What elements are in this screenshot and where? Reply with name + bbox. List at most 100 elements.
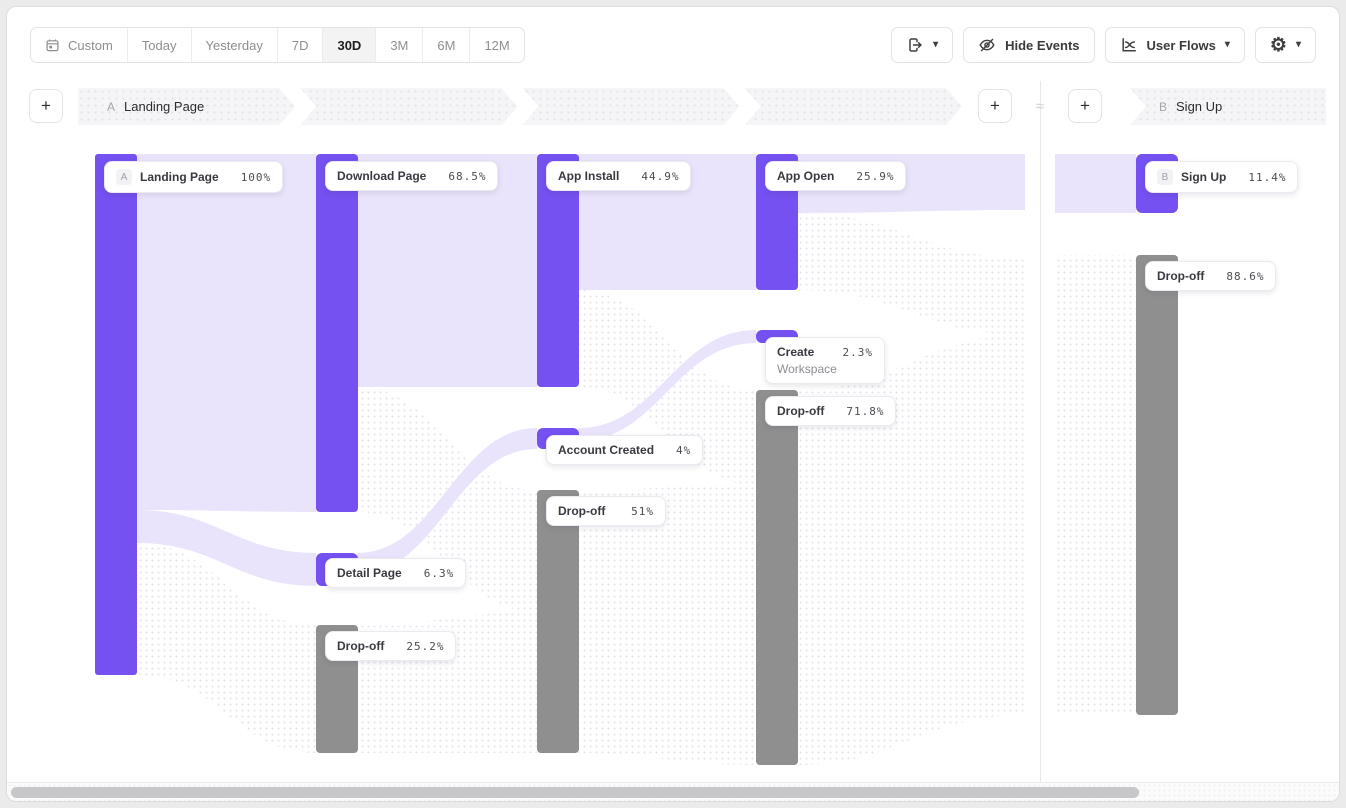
node-percentage: 51%: [617, 505, 654, 518]
node-label-row: App Install 44.9%: [558, 169, 679, 183]
node-percentage: 6.3%: [410, 567, 455, 580]
date-range-yesterday[interactable]: Yesterday: [192, 28, 278, 62]
node-label-sign-up[interactable]: B Sign Up 11.4%: [1145, 161, 1298, 193]
node-percentage: 25.2%: [392, 640, 444, 653]
node-name: Account Created: [558, 443, 654, 457]
hide-events-button[interactable]: Hide Events: [963, 27, 1094, 63]
node-label-row: Drop-off 51%: [558, 504, 654, 518]
node-label-drop-off-2[interactable]: Drop-off 25.2%: [325, 631, 456, 661]
node-label-app-open[interactable]: App Open25.9%: [765, 161, 906, 191]
node-badge-b: B: [1157, 169, 1173, 185]
horizontal-scrollbar-track[interactable]: [7, 782, 1339, 801]
step-band-section-b: B Sign Up: [1130, 88, 1326, 125]
node-label-download-page[interactable]: Download Page 68.5%: [325, 161, 498, 191]
step-segment-empty[interactable]: [745, 88, 962, 125]
node-name: Drop-off: [777, 404, 824, 418]
node-label-row: Drop-off71.8%: [777, 404, 884, 418]
date-range-7d[interactable]: 7D: [278, 28, 324, 62]
add-step-button-section-b[interactable]: +: [1068, 89, 1102, 123]
node-label-landing-page[interactable]: ALanding Page100%: [104, 161, 283, 193]
horizontal-scrollbar-thumb[interactable]: [11, 787, 1139, 798]
node-name: Drop-off: [558, 504, 605, 518]
node-percentage: 44.9%: [627, 170, 679, 183]
step-segment-landing-page[interactable]: A Landing Page: [78, 88, 295, 125]
user-flows-icon: [1120, 36, 1138, 54]
date-range-label: 30D: [337, 38, 361, 53]
step-name-b: Sign Up: [1176, 99, 1222, 114]
node-name: Download Page: [337, 169, 426, 183]
node-percentage: 11.4%: [1234, 171, 1286, 184]
section-divider: [1040, 81, 1041, 782]
node-label-row: ALanding Page100%: [116, 169, 271, 185]
node-name: Sign Up: [1181, 170, 1226, 184]
node-name: Drop-off: [337, 639, 384, 653]
settings-caret-icon[interactable]: ▾: [1296, 40, 1301, 50]
flow-section-b-edge-to-sign-up: [1055, 154, 1136, 213]
step-badge-a: A: [107, 100, 115, 114]
node-label-row: Create 2.3%: [777, 345, 873, 359]
node-label-detail-page[interactable]: Detail Page 6.3%: [325, 558, 466, 588]
user-flows-button[interactable]: User Flows ▾: [1105, 27, 1245, 63]
node-bar-landing-page[interactable]: [95, 154, 137, 675]
node-name-line2: Workspace: [777, 362, 873, 376]
node-percentage: 4%: [662, 444, 691, 457]
node-label-row: Drop-off 25.2%: [337, 639, 444, 653]
node-bar-drop-off-4[interactable]: [756, 390, 798, 765]
step-badge-b: B: [1159, 100, 1167, 114]
node-label-drop-off-b[interactable]: Drop-off 88.6%: [1145, 261, 1276, 291]
node-label-row: Download Page 68.5%: [337, 169, 486, 183]
step-segment-empty[interactable]: [523, 88, 740, 125]
export-caret-icon[interactable]: ▾: [933, 40, 938, 50]
toolbar: Custom Today Yesterday 7D 30D 3M 6M12M ▾: [30, 27, 1316, 63]
date-range-label: Custom: [68, 38, 113, 53]
date-range-3m[interactable]: 3M: [376, 28, 423, 62]
node-name: Create: [777, 345, 814, 359]
add-step-button-left[interactable]: +: [29, 89, 63, 123]
date-range-label: Today: [142, 38, 177, 53]
node-label-drop-off-3[interactable]: Drop-off 51%: [546, 496, 666, 526]
node-label-row: Drop-off 88.6%: [1157, 269, 1264, 283]
step-segment-empty[interactable]: [300, 88, 517, 125]
node-label-row: App Open25.9%: [777, 169, 894, 183]
node-name: Landing Page: [140, 170, 219, 184]
export-icon: [906, 36, 924, 54]
node-bar-download-page[interactable]: [316, 154, 358, 512]
date-range-group: Custom Today Yesterday 7D 30D 3M 6M12M: [30, 27, 525, 63]
date-range-12m[interactable]: 12M: [470, 28, 523, 62]
node-label-app-install[interactable]: App Install 44.9%: [546, 161, 691, 191]
date-range-custom[interactable]: Custom: [31, 28, 128, 62]
add-step-button-section-a-end[interactable]: +: [978, 89, 1012, 123]
node-name: App Open: [777, 169, 834, 183]
step-name-a: Landing Page: [124, 99, 204, 114]
calendar-icon: [45, 38, 60, 53]
step-segment-sign-up[interactable]: B Sign Up: [1130, 88, 1326, 125]
user-flows-caret-icon: ▾: [1225, 40, 1230, 50]
hide-events-label: Hide Events: [1005, 38, 1079, 53]
node-percentage: 88.6%: [1212, 270, 1264, 283]
user-flows-label: User Flows: [1147, 38, 1216, 53]
toolbar-right-group: ▾ Hide Events: [891, 27, 1316, 63]
flow-landing-page-to-download-page: [137, 154, 316, 512]
settings-button[interactable]: ⚙ ▾: [1255, 27, 1316, 63]
date-range-label: Yesterday: [206, 38, 263, 53]
node-label-create-workspace[interactable]: Create 2.3% Workspace: [765, 337, 885, 384]
node-bar-drop-off-b[interactable]: [1136, 255, 1178, 715]
step-header-row: + A Landing Page + ≈ + B Sign Up: [29, 88, 1326, 125]
node-name: Drop-off: [1157, 269, 1204, 283]
node-name: Detail Page: [337, 566, 402, 580]
date-range-today[interactable]: Today: [128, 28, 192, 62]
date-range-label: 3M: [390, 38, 408, 53]
main-panel: A Landing Page 100% Download Page 68.5% App I…: [6, 6, 1340, 802]
date-range-30d[interactable]: 30D: [323, 28, 376, 62]
export-button[interactable]: ▾: [891, 27, 953, 63]
node-bar-drop-off-3[interactable]: [537, 490, 579, 753]
node-label-drop-off-4[interactable]: Drop-off71.8%: [765, 396, 896, 426]
node-percentage: 68.5%: [434, 170, 486, 183]
node-label-row: Detail Page 6.3%: [337, 566, 454, 580]
approx-separator-icon: ≈: [1025, 88, 1055, 125]
date-range-6m[interactable]: 6M: [423, 28, 470, 62]
node-percentage: 100%: [227, 171, 272, 184]
node-name: App Install: [558, 169, 619, 183]
node-percentage: 2.3%: [829, 346, 874, 359]
node-label-account-created[interactable]: Account Created 4%: [546, 435, 703, 465]
